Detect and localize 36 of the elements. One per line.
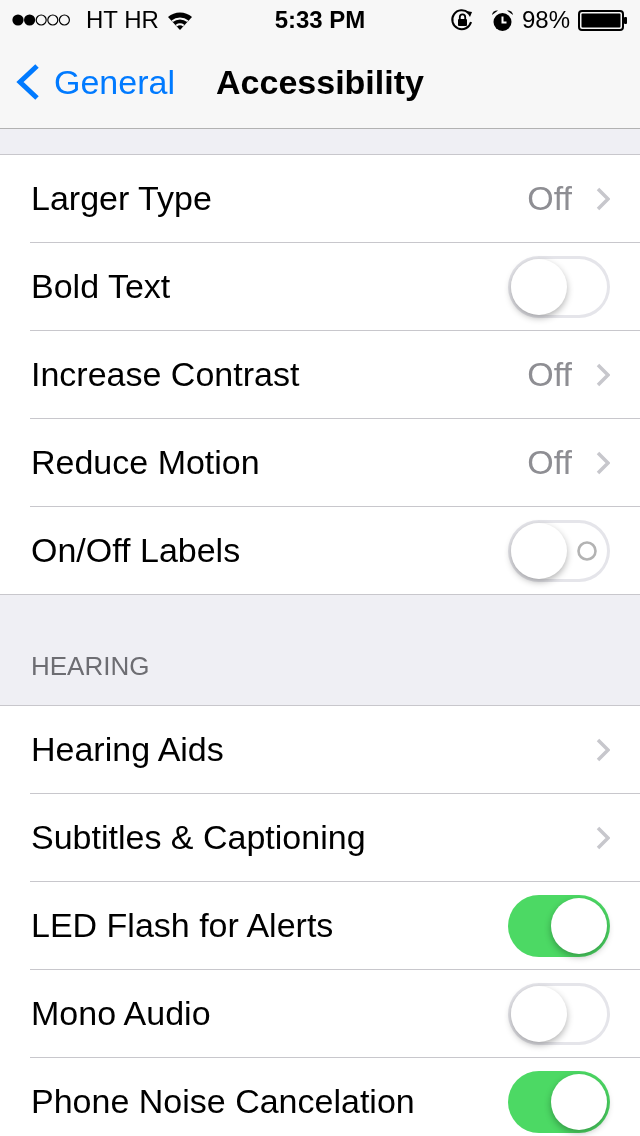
row-value: Off: [527, 178, 572, 219]
ring-icon: [577, 540, 597, 561]
alarm-clock-icon: [490, 8, 514, 32]
wifi-icon: [166, 10, 193, 30]
row-label: Increase Contrast: [30, 354, 301, 395]
carrier-name: HT HR: [86, 5, 159, 35]
chevron-right-icon: [596, 737, 610, 762]
section-header: HEARING: [31, 650, 150, 683]
back-button[interactable]: General: [0, 56, 175, 108]
row-label: Reduce Motion: [30, 442, 261, 483]
row-label: Larger Type: [30, 178, 213, 219]
signal-dots-icon: [12, 14, 70, 26]
chevron-right-icon: [596, 825, 610, 850]
toggle-switch[interactable]: [508, 894, 610, 957]
row-label: Hearing Aids: [30, 729, 225, 770]
status-time: 5:33 PM: [274, 6, 366, 33]
chevron-right-icon: [596, 186, 610, 211]
toggle-switch[interactable]: [508, 519, 610, 582]
toggle-switch[interactable]: [508, 982, 610, 1045]
toggle-switch[interactable]: [508, 255, 610, 318]
row-label: On/Off Labels: [30, 530, 242, 571]
chevron-right-icon: [596, 362, 610, 387]
row-label: Bold Text: [30, 266, 172, 307]
toggle-switch[interactable]: [508, 1070, 610, 1133]
back-chevron-icon: [16, 64, 40, 100]
row-label: LED Flash for Alerts: [30, 905, 335, 946]
battery-percent: 98%: [521, 5, 570, 35]
row-label: Mono Audio: [30, 993, 212, 1034]
rotation-lock-icon: [449, 8, 475, 32]
page-title: Accessibility: [216, 61, 424, 103]
row-value: Off: [527, 354, 572, 395]
row-label: Subtitles & Captioning: [30, 817, 367, 858]
row-value: Off: [527, 442, 572, 483]
chevron-right-icon: [596, 450, 610, 475]
row-label: Phone Noise Cancelation: [30, 1081, 416, 1122]
battery-icon: [578, 9, 628, 31]
